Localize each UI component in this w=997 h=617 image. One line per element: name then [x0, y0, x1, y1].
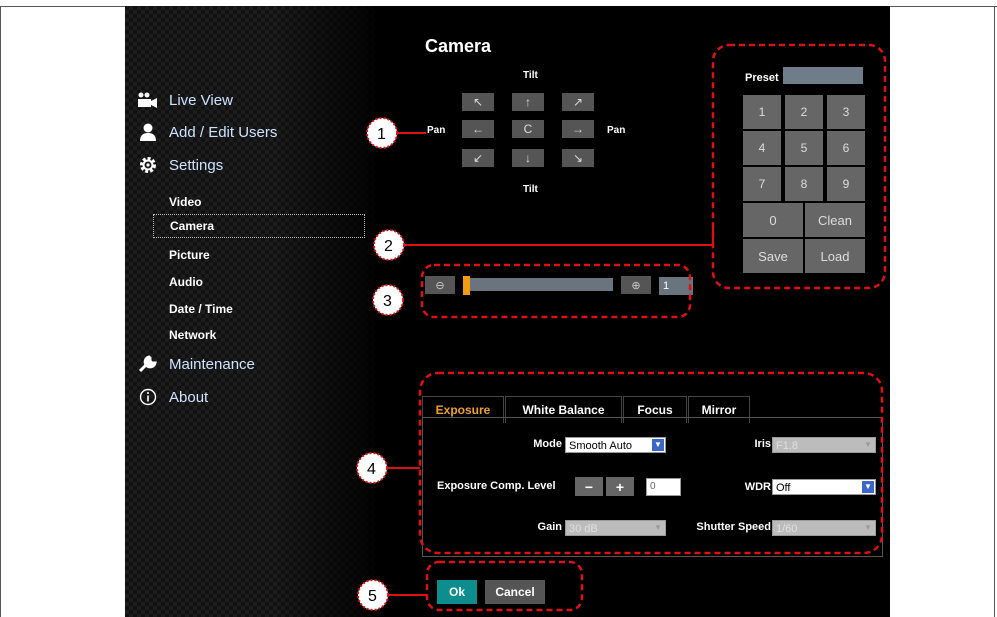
callout-number-2: 2 [384, 238, 393, 255]
callout-number-1: 1 [377, 126, 386, 143]
action-callout-box [425, 560, 584, 612]
zoom-callout-box [420, 263, 692, 319]
callout-number-5: 5 [368, 588, 377, 605]
callout-number-3: 3 [383, 293, 392, 310]
preset-callout-box [711, 43, 887, 290]
exposure-callout-box [418, 371, 884, 555]
callout-number-4: 4 [367, 461, 376, 478]
callout-line-2 [404, 225, 714, 246]
callout-overlay: 1 2 3 4 5 [356, 43, 887, 612]
